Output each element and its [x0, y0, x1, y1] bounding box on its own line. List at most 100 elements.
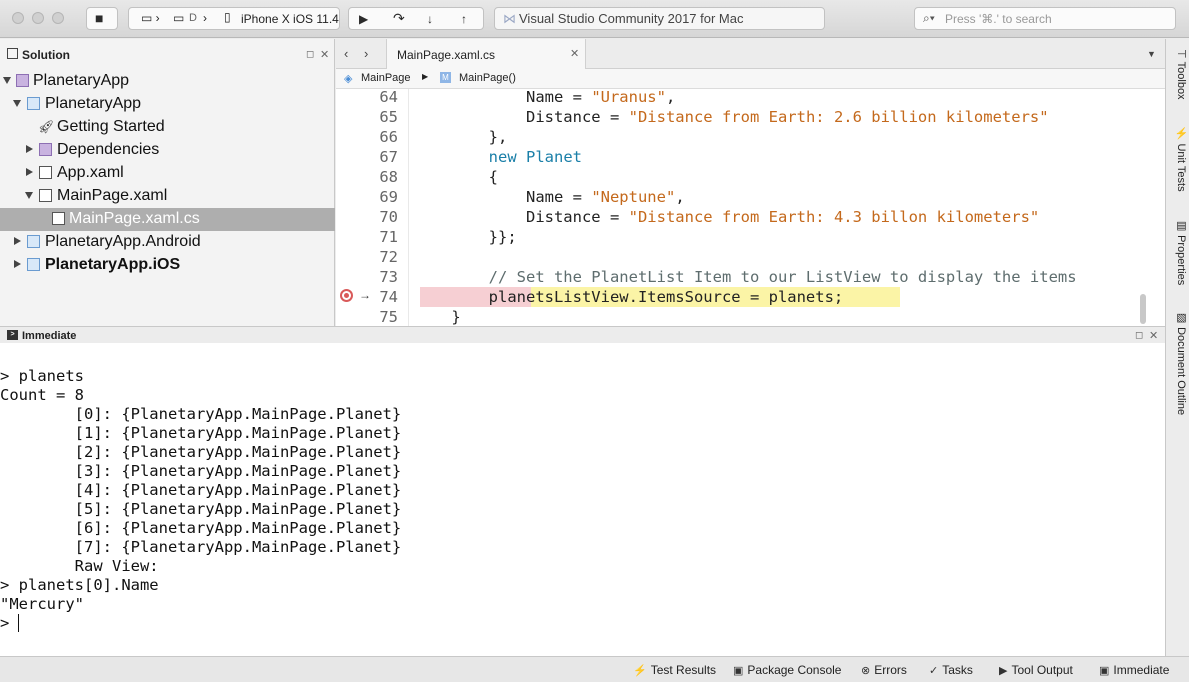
tree-item-ios-project[interactable]: PlanetaryApp.iOS	[0, 254, 335, 277]
document-outline-label: Document Outline	[1175, 327, 1187, 416]
xaml-file-icon	[39, 189, 52, 202]
code-line[interactable]: 75 }	[336, 307, 1146, 326]
tree-item-mainpage-xaml[interactable]: MainPage.xaml	[0, 185, 335, 208]
expand-arrow-icon[interactable]	[3, 77, 11, 84]
expand-arrow-icon[interactable]	[13, 100, 21, 107]
code-line[interactable]: 65 Distance = "Distance from Earth: 2.6 …	[336, 107, 1146, 127]
class-icon: ◈	[344, 73, 353, 85]
pad-maximize-icon[interactable]: ◻	[306, 49, 314, 60]
properties-label: Properties	[1175, 235, 1187, 286]
continue-icon[interactable]: ▶	[359, 12, 368, 26]
tree-item-app-xaml[interactable]: App.xaml	[0, 162, 335, 185]
zoom-window-button[interactable]	[52, 12, 64, 24]
step-into-icon[interactable]: ↓	[427, 12, 433, 26]
project-icon	[27, 97, 40, 110]
bottom-pad-bar: ⚡ Test Results ▣ Package Console ⊗ Errors ✓…	[0, 656, 1189, 682]
tree-item-mainpage-xaml-cs[interactable]: MainPage.xaml.cs	[0, 208, 335, 231]
text-caret	[18, 614, 19, 632]
properties-tab[interactable]: ▤ Properties	[1170, 219, 1188, 285]
forward-icon[interactable]: ›	[364, 46, 368, 61]
collapse-arrow-icon[interactable]	[26, 168, 33, 176]
tool-output-label: Tool Output	[1011, 663, 1073, 677]
pad-close-icon[interactable]: ✕	[320, 48, 329, 61]
breadcrumb-class[interactable]: MainPage	[361, 72, 411, 84]
package-console-button[interactable]: ▣ Package Console	[733, 663, 841, 677]
expand-arrow-icon[interactable]	[25, 192, 33, 199]
tree-item-project[interactable]: PlanetaryApp	[0, 93, 335, 116]
tree-item-getting-started[interactable]: 🚀︎ Getting Started	[0, 116, 335, 139]
project-config-icon: ▭ ›	[141, 11, 160, 25]
immediate-line: [3]: {PlanetaryApp.MainPage.Planet}	[0, 462, 402, 480]
test-results-button[interactable]: ⚡ Test Results	[633, 663, 716, 677]
immediate-line: Raw View:	[0, 557, 159, 575]
terminal-icon: >	[7, 330, 18, 340]
tool-output-button[interactable]: ▶ Tool Output	[999, 663, 1073, 677]
tab-overflow-dropdown-icon[interactable]: ▼	[1147, 49, 1156, 59]
line-number: 75	[379, 308, 398, 326]
code-line[interactable]: 72	[336, 247, 1146, 267]
collapse-arrow-icon[interactable]	[14, 260, 21, 268]
visual-studio-icon: ⋈	[503, 11, 516, 26]
solution-pad-icon	[7, 48, 18, 59]
immediate-window[interactable]: > planets Count = 8 [0]: {PlanetaryApp.Ma…	[0, 343, 1165, 656]
collapse-arrow-icon[interactable]	[14, 237, 21, 245]
xaml-file-icon	[39, 166, 52, 179]
breadcrumb-member[interactable]: MainPage()	[459, 72, 516, 84]
code-line[interactable]: 71 }};	[336, 227, 1146, 247]
code-line[interactable]: 68 {	[336, 167, 1146, 187]
line-number: 65	[379, 108, 398, 126]
pad-close-icon[interactable]: ✕	[1149, 329, 1158, 342]
run-configuration-selector[interactable]: ▭ › ▭ D › ▯ iPhone X iOS 11.4	[128, 7, 340, 30]
hammer-icon: ⊤	[1175, 49, 1187, 62]
code-line[interactable]: 66 },	[336, 127, 1146, 147]
immediate-line: >	[0, 614, 19, 632]
code-token: planetsListView.ItemsSource = planets;	[414, 288, 844, 306]
code-line[interactable]: 74 planetsListView.ItemsSource = planets…	[336, 287, 1146, 307]
code-token: }	[414, 308, 461, 326]
tab-mainpage-xaml-cs[interactable]: MainPage.xaml.cs ✕	[386, 39, 586, 69]
tree-item-label: App.xaml	[57, 164, 124, 181]
code-area[interactable]: → 64 Name = "Uranus", 65 Distance = "Dist…	[336, 89, 1165, 326]
code-line[interactable]: 69 Name = "Neptune",	[336, 187, 1146, 207]
tree-item-android-project[interactable]: PlanetaryApp.Android	[0, 231, 335, 254]
document-outline-tab[interactable]: ▧ Document Outline	[1170, 311, 1188, 415]
step-out-icon[interactable]: ↑	[461, 12, 467, 26]
code-line[interactable]: 73 // Set the PlanetList Item to our Lis…	[336, 267, 1146, 287]
code-line[interactable]: 70 Distance = "Distance from Earth: 4.3 …	[336, 207, 1146, 227]
close-tab-icon[interactable]: ✕	[570, 47, 579, 60]
code-token: Distance =	[414, 208, 629, 226]
breadcrumb: ◈ MainPage ▶ M MainPage()	[336, 69, 1165, 89]
pad-maximize-icon[interactable]: ◻	[1135, 330, 1143, 341]
code-token: },	[414, 128, 508, 146]
immediate-button[interactable]: ▣ Immediate	[1099, 663, 1169, 677]
toolbox-tab[interactable]: ⊤ Toolbox	[1170, 49, 1188, 100]
code-line[interactable]: 67 new Planet	[336, 147, 1146, 167]
line-code: }};	[414, 227, 517, 247]
line-code: Name = "Uranus",	[414, 89, 675, 107]
collapse-arrow-icon[interactable]	[26, 145, 33, 153]
line-code: },	[414, 127, 508, 147]
back-icon[interactable]: ‹	[344, 46, 348, 61]
close-window-button[interactable]	[12, 12, 24, 24]
line-number: 68	[379, 168, 398, 186]
step-over-icon[interactable]: ↷	[393, 10, 405, 27]
stop-button[interactable]: ■	[86, 7, 118, 30]
solution-pad-title: Solution	[22, 48, 70, 62]
unit-tests-tab[interactable]: ⚡ Unit Tests	[1170, 127, 1188, 192]
play-icon: ▶	[999, 665, 1008, 677]
search-placeholder: Press '⌘.' to search	[945, 12, 1052, 26]
minimize-window-button[interactable]	[32, 12, 44, 24]
line-code: Distance = "Distance from Earth: 4.3 bil…	[414, 207, 1039, 227]
code-line[interactable]: 64 Name = "Uranus",	[336, 89, 1146, 107]
tree-item-dependencies[interactable]: Dependencies	[0, 139, 335, 162]
tree-item-solution[interactable]: PlanetaryApp	[0, 70, 335, 93]
tasks-button[interactable]: ✓ Tasks	[929, 663, 973, 677]
lightning-icon: ⚡	[633, 665, 647, 677]
main-toolbar: ■ ▭ › ▭ D › ▯ iPhone X iOS 11.4 ▶ ↷ ↓ ↑ …	[0, 0, 1189, 38]
immediate-line: [1]: {PlanetaryApp.MainPage.Planet}	[0, 424, 402, 442]
errors-button[interactable]: ⊗ Errors	[861, 663, 907, 677]
search-input[interactable]: ⌕▾ Press '⌘.' to search	[914, 7, 1176, 30]
vertical-scrollbar[interactable]	[1140, 294, 1146, 324]
